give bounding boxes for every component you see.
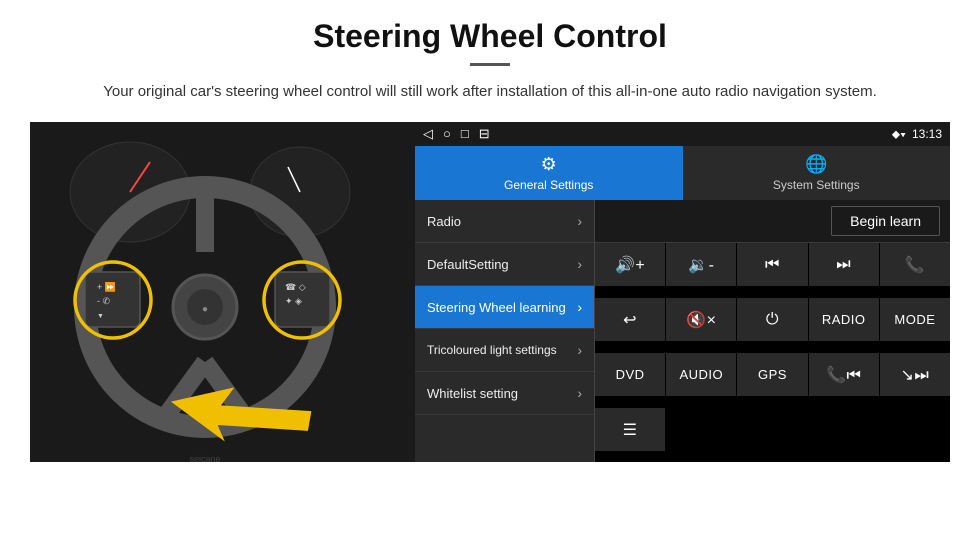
- tab-general[interactable]: ⚙ General Settings: [415, 146, 683, 200]
- signal-icon: ⬥▾: [892, 127, 906, 142]
- status-bar-right: ⬥▾ 13:13: [892, 127, 942, 142]
- menu-item-steering[interactable]: Steering Wheel learning ›: [415, 286, 594, 329]
- tel-prev-button[interactable]: 📞⏮: [809, 353, 879, 396]
- vol-down-icon: 🔉-: [688, 255, 714, 275]
- audio-button[interactable]: AUDIO: [666, 353, 736, 396]
- page-title: Steering Wheel Control: [30, 18, 950, 55]
- main-content: ● + ⏩ - ✆ ▼ ☎ ◇ ✦ ◈ seicane: [30, 122, 950, 462]
- gps-label: GPS: [758, 367, 787, 382]
- begin-learn-button[interactable]: Begin learn: [831, 206, 940, 236]
- vol-up-button[interactable]: 🔊+: [595, 243, 665, 286]
- menu-item-radio[interactable]: Radio ›: [415, 200, 594, 243]
- chevron-right-icon: ›: [577, 299, 582, 315]
- gear-icon: ⚙: [541, 154, 557, 175]
- nav-back-icon[interactable]: ◁: [423, 126, 433, 142]
- car-image-area: ● + ⏩ - ✆ ▼ ☎ ◇ ✦ ◈ seicane: [30, 122, 415, 462]
- dvd-label: DVD: [616, 367, 645, 382]
- svg-text:+ ⏩: + ⏩: [97, 281, 116, 292]
- list-button[interactable]: ☰: [595, 408, 665, 451]
- menu-item-whitelist[interactable]: Whitelist setting ›: [415, 372, 594, 415]
- nav-square-icon[interactable]: □: [461, 126, 469, 142]
- svg-text:seicane: seicane: [189, 454, 220, 462]
- begin-learn-row: Begin learn: [595, 200, 950, 243]
- chevron-right-icon: ›: [577, 256, 582, 272]
- svg-text:☎ ◇: ☎ ◇: [285, 282, 306, 292]
- svg-text:▼: ▼: [97, 313, 104, 320]
- back-button[interactable]: ↩: [595, 298, 665, 341]
- mute-icon: 🔇×: [686, 310, 716, 330]
- globe-icon: 🌐: [805, 154, 827, 175]
- vol-down-button[interactable]: 🔉-: [666, 243, 736, 286]
- list-icon: ☰: [623, 420, 638, 440]
- power-button[interactable]: ⏻: [737, 298, 807, 341]
- radio-btn-button[interactable]: RADIO: [809, 298, 879, 341]
- page-subtitle: Your original car's steering wheel contr…: [30, 80, 950, 104]
- chevron-right-icon: ›: [577, 213, 582, 229]
- phone-icon: 📞: [905, 255, 925, 275]
- tab-bar: ⚙ General Settings 🌐 System Settings: [415, 146, 950, 200]
- next-end-icon: ↘⏭: [900, 365, 929, 385]
- gps-button[interactable]: GPS: [737, 353, 807, 396]
- nav-extra-icon[interactable]: ⊟: [479, 126, 490, 142]
- prev-track-button[interactable]: ⏮: [737, 243, 807, 286]
- mode-label: MODE: [894, 312, 935, 327]
- vol-up-icon: 🔊+: [615, 255, 645, 275]
- control-grid: 🔊+ 🔉- ⏮ ⏭ 📞: [595, 243, 950, 462]
- dvd-button[interactable]: DVD: [595, 353, 665, 396]
- tel-prev-icon: 📞⏮: [826, 365, 861, 385]
- nav-home-icon[interactable]: ○: [443, 126, 451, 142]
- next-track-icon: ⏭: [836, 256, 851, 274]
- chevron-right-icon: ›: [577, 342, 582, 358]
- phone-button[interactable]: 📞: [880, 243, 950, 286]
- radio-btn-label: RADIO: [822, 312, 866, 327]
- next-track-button[interactable]: ⏭: [809, 243, 879, 286]
- tab-system-label: System Settings: [773, 178, 860, 192]
- tab-system[interactable]: 🌐 System Settings: [683, 146, 951, 200]
- audio-label: AUDIO: [679, 367, 723, 382]
- settings-body: Radio › DefaultSetting › Steering Wheel …: [415, 200, 950, 462]
- status-time: 13:13: [912, 127, 942, 141]
- chevron-right-icon: ›: [577, 385, 582, 401]
- back-icon: ↩: [623, 310, 637, 330]
- left-menu: Radio › DefaultSetting › Steering Wheel …: [415, 200, 595, 462]
- right-controls: Begin learn 🔊+ 🔉- ⏮: [595, 200, 950, 462]
- status-bar-left: ◁ ○ □ ⊟: [423, 126, 490, 142]
- mode-button[interactable]: MODE: [880, 298, 950, 341]
- prev-track-icon: ⏮: [765, 256, 780, 274]
- android-ui: ◁ ○ □ ⊟ ⬥▾ 13:13 ⚙ General Settings 🌐: [415, 122, 950, 462]
- status-bar: ◁ ○ □ ⊟ ⬥▾ 13:13: [415, 122, 950, 146]
- menu-item-default[interactable]: DefaultSetting ›: [415, 243, 594, 286]
- svg-text:✦ ◈: ✦ ◈: [285, 296, 302, 306]
- title-divider: [470, 63, 510, 66]
- power-icon: ⏻: [766, 311, 779, 329]
- svg-text:●: ●: [202, 304, 208, 315]
- menu-item-tricoloured[interactable]: Tricoloured light settings ›: [415, 329, 594, 372]
- svg-text:- ✆: - ✆: [97, 296, 110, 306]
- mute-button[interactable]: 🔇×: [666, 298, 736, 341]
- tab-general-label: General Settings: [504, 178, 593, 192]
- next-end-button[interactable]: ↘⏭: [880, 353, 950, 396]
